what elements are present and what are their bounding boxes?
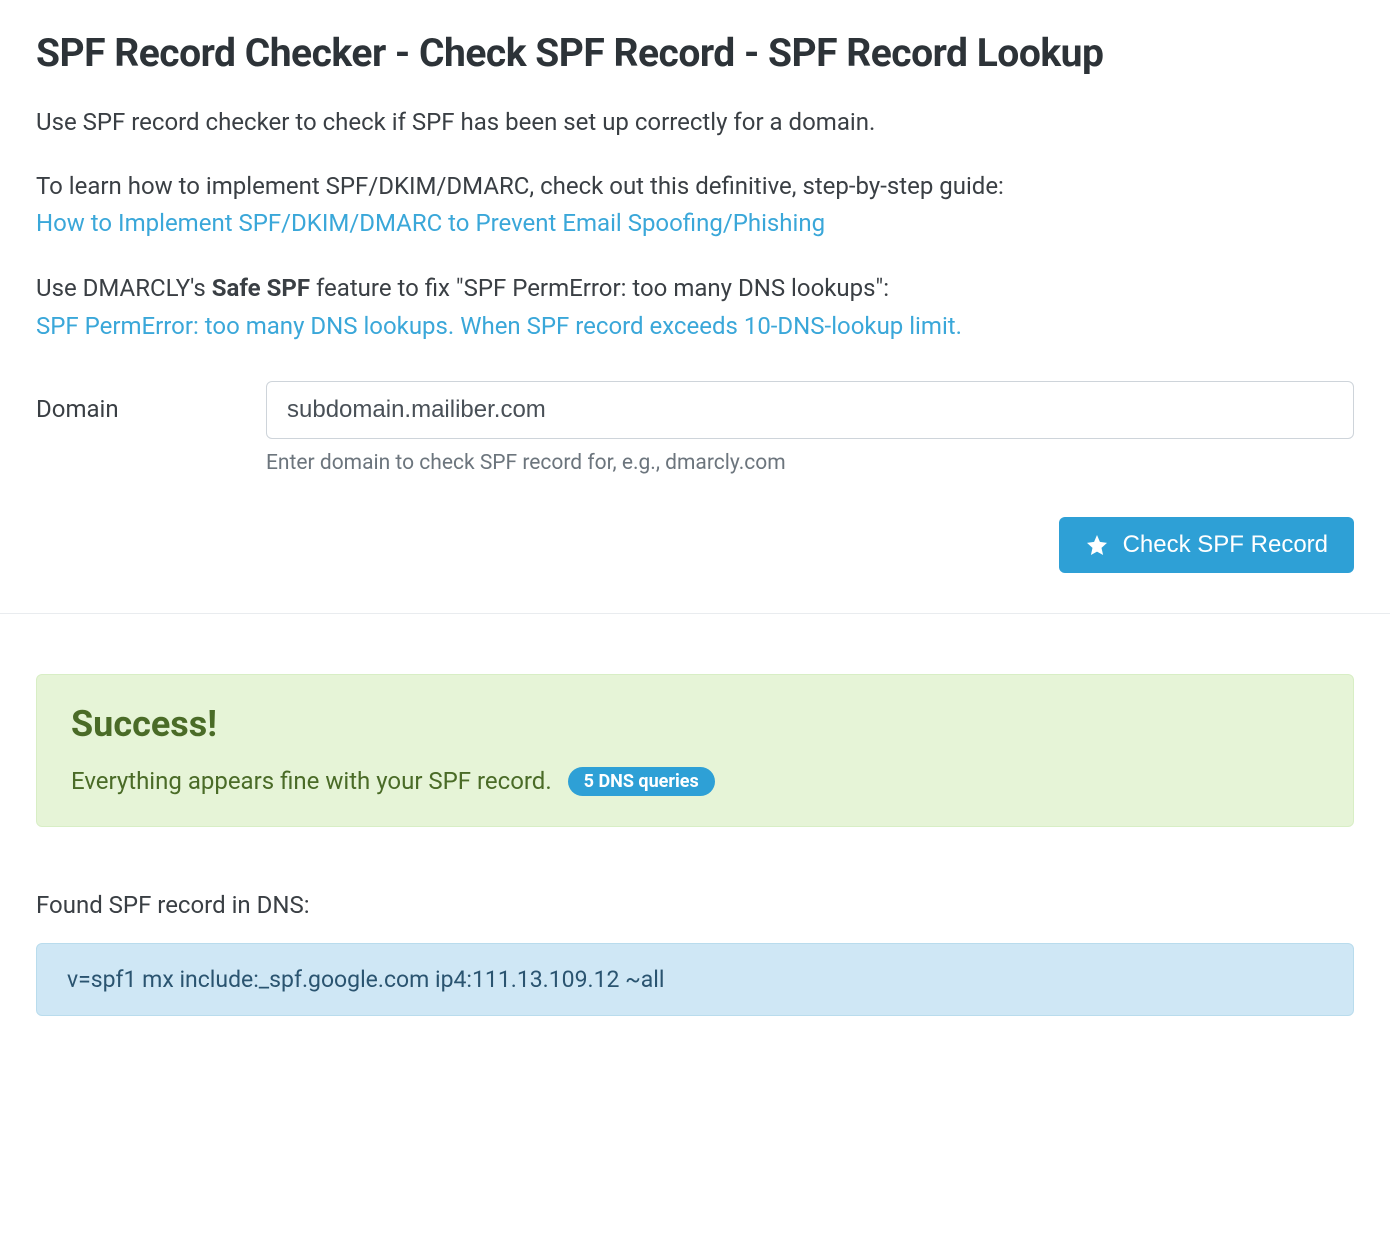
dns-queries-badge: 5 DNS queries	[568, 767, 715, 796]
page-title: SPF Record Checker - Check SPF Record - …	[36, 30, 1354, 76]
found-spf-label: Found SPF record in DNS:	[36, 891, 1354, 919]
success-message: Everything appears fine with your SPF re…	[71, 767, 552, 795]
guide-paragraph: To learn how to implement SPF/DKIM/DMARC…	[36, 168, 1354, 242]
divider	[0, 613, 1390, 614]
domain-form-row: Domain Enter domain to check SPF record …	[36, 381, 1354, 475]
domain-label: Domain	[36, 381, 266, 423]
safespf-lead-pre: Use DMARCLY's	[36, 274, 212, 302]
guide-lead: To learn how to implement SPF/DKIM/DMARC…	[36, 172, 1004, 200]
intro-text: Use SPF record checker to check if SPF h…	[36, 104, 1354, 140]
safespf-strong: Safe SPF	[212, 274, 310, 302]
guide-link[interactable]: How to Implement SPF/DKIM/DMARC to Preve…	[36, 209, 825, 237]
check-spf-button[interactable]: Check SPF Record	[1059, 517, 1354, 573]
check-button-label: Check SPF Record	[1123, 531, 1328, 559]
star-icon	[1085, 533, 1109, 557]
success-panel: Success! Everything appears fine with yo…	[36, 674, 1354, 827]
safespf-paragraph: Use DMARCLY's Safe SPF feature to fix "S…	[36, 270, 1354, 344]
spf-record-value: v=spf1 mx include:_spf.google.com ip4:11…	[36, 943, 1354, 1016]
domain-helper-text: Enter domain to check SPF record for, e.…	[266, 451, 1354, 475]
domain-input[interactable]	[266, 381, 1354, 439]
success-title: Success!	[71, 703, 1319, 745]
safespf-link[interactable]: SPF PermError: too many DNS lookups. Whe…	[36, 312, 962, 340]
safespf-lead-post: feature to fix "SPF PermError: too many …	[310, 274, 889, 302]
